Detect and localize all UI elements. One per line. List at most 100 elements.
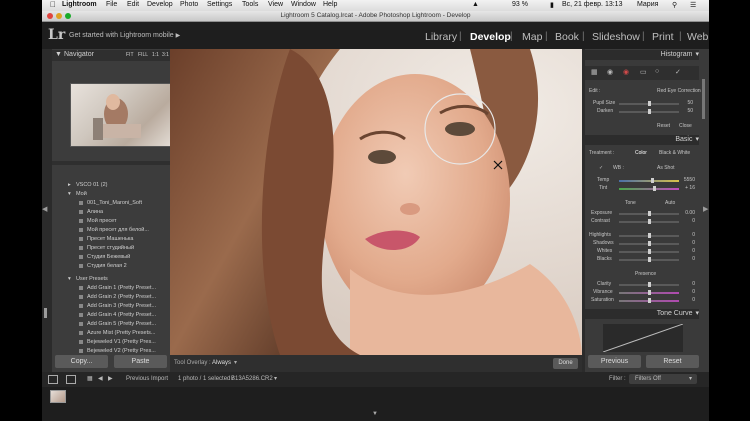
- filter-select[interactable]: Filters Off ▾: [629, 374, 697, 384]
- navigator-preview[interactable]: [70, 83, 173, 147]
- saturation-slider[interactable]: [619, 298, 679, 303]
- menu-settings[interactable]: Settings: [207, 1, 232, 8]
- user-name[interactable]: Мария: [637, 1, 658, 8]
- back-arrow-icon[interactable]: ◀: [98, 375, 103, 382]
- wb-select[interactable]: As Shot: [657, 165, 675, 171]
- tone-curve-graph[interactable]: [602, 323, 684, 353]
- vibrance-value[interactable]: 0: [677, 289, 695, 295]
- menu-window[interactable]: Window: [291, 1, 316, 8]
- battery-percent[interactable]: 93 %: [512, 1, 528, 8]
- radial-filter-icon[interactable]: ○: [655, 68, 659, 75]
- clock[interactable]: Вс, 21 февр. 13:13: [562, 1, 622, 8]
- basic-header[interactable]: Basic ▾: [585, 135, 699, 145]
- module-book[interactable]: Book: [555, 31, 579, 43]
- pupil-size-slider[interactable]: [619, 101, 679, 106]
- vibrance-knob[interactable]: [648, 290, 651, 295]
- treatment-color[interactable]: Color: [635, 150, 647, 156]
- grid-icon[interactable]: ▦: [87, 375, 93, 382]
- highlights-slider[interactable]: [619, 233, 679, 238]
- temp-slider[interactable]: [619, 178, 679, 183]
- filmstrip-thumbnail[interactable]: [50, 390, 66, 403]
- list-icon[interactable]: ☰: [690, 1, 696, 9]
- search-icon[interactable]: ⚲: [672, 1, 677, 9]
- exposure-knob[interactable]: [648, 211, 651, 216]
- previous-button[interactable]: Previous: [588, 355, 641, 368]
- right-panel-toggle-icon[interactable]: ▶: [703, 205, 708, 213]
- clarity-knob[interactable]: [648, 282, 651, 287]
- saturation-value[interactable]: 0: [677, 297, 695, 303]
- treatment-bw[interactable]: Black & White: [659, 150, 690, 156]
- tint-slider[interactable]: [619, 186, 679, 191]
- darken-value[interactable]: 50: [675, 108, 693, 114]
- module-develop[interactable]: Develop: [470, 31, 511, 43]
- auto-tone-button[interactable]: Auto: [665, 200, 675, 206]
- temp-value[interactable]: 5550: [677, 177, 695, 183]
- menu-app-name[interactable]: Lightroom: [62, 1, 97, 8]
- zoom-fill[interactable]: FILL: [138, 52, 148, 58]
- module-web[interactable]: Web: [687, 31, 708, 43]
- temp-knob[interactable]: [651, 178, 654, 183]
- contrast-knob[interactable]: [648, 219, 651, 224]
- left-panel-toggle-icon[interactable]: ◀: [42, 205, 47, 213]
- module-library[interactable]: Library: [425, 31, 457, 43]
- module-slideshow[interactable]: Slideshow: [592, 31, 640, 43]
- contrast-slider[interactable]: [619, 219, 679, 224]
- triangle-down-icon[interactable]: ▼: [372, 411, 378, 417]
- saturation-knob[interactable]: [648, 298, 651, 303]
- redeye-close-button[interactable]: Close: [679, 123, 692, 129]
- wifi-icon[interactable]: ▲: [472, 1, 479, 8]
- module-map[interactable]: Map: [522, 31, 542, 43]
- redeye-icon[interactable]: ◉: [623, 68, 629, 76]
- graduated-filter-icon[interactable]: ▭: [640, 68, 647, 76]
- main-window-icon[interactable]: [48, 375, 58, 384]
- shadows-value[interactable]: 0: [677, 240, 695, 246]
- adjustment-brush-icon[interactable]: ✓: [675, 68, 681, 76]
- blacks-knob[interactable]: [648, 257, 651, 262]
- clarity-slider[interactable]: [619, 282, 679, 287]
- menu-develop[interactable]: Develop: [147, 1, 173, 8]
- whites-knob[interactable]: [648, 249, 651, 254]
- tint-value[interactable]: + 16: [677, 185, 695, 191]
- blacks-slider[interactable]: [619, 257, 679, 262]
- tone-curve-header[interactable]: Tone Curve ▾: [585, 309, 699, 319]
- crop-icon[interactable]: ▦: [591, 68, 598, 76]
- tool-overlay-select[interactable]: Always: [212, 360, 231, 366]
- filename[interactable]: B13A5286.CR2: [231, 376, 273, 382]
- right-scrollbar[interactable]: [702, 79, 705, 119]
- vibrance-slider[interactable]: [619, 290, 679, 295]
- reset-button[interactable]: Reset: [646, 355, 699, 368]
- pupil-size-value[interactable]: 50: [675, 100, 693, 106]
- highlights-value[interactable]: 0: [677, 232, 695, 238]
- mobile-prompt[interactable]: Get started with Lightroom mobile ▶: [69, 32, 180, 39]
- previous-import[interactable]: Previous Import: [126, 376, 168, 382]
- menu-edit[interactable]: Edit: [127, 1, 139, 8]
- highlights-knob[interactable]: [648, 233, 651, 238]
- tint-knob[interactable]: [653, 186, 656, 191]
- paste-button[interactable]: Paste: [114, 355, 167, 368]
- blacks-value[interactable]: 0: [677, 256, 695, 262]
- darken-slider[interactable]: [619, 109, 679, 114]
- menu-file[interactable]: File: [106, 1, 117, 8]
- redeye-reset-button[interactable]: Reset: [657, 123, 670, 129]
- shadows-knob[interactable]: [648, 241, 651, 246]
- main-photo[interactable]: [170, 49, 582, 355]
- shadows-slider[interactable]: [619, 241, 679, 246]
- clarity-value[interactable]: 0: [677, 281, 695, 287]
- menu-help[interactable]: Help: [323, 1, 337, 8]
- exposure-slider[interactable]: [619, 211, 679, 216]
- whites-slider[interactable]: [619, 249, 679, 254]
- chevron-down-icon[interactable]: ▾: [274, 375, 277, 382]
- second-window-icon[interactable]: [66, 375, 76, 384]
- apple-icon[interactable]: : [50, 0, 56, 9]
- done-button[interactable]: Done: [553, 358, 578, 369]
- chevron-down-icon[interactable]: ▾: [234, 359, 237, 366]
- pupil-size-knob[interactable]: [648, 101, 651, 106]
- menu-photo[interactable]: Photo: [180, 1, 198, 8]
- menu-tools[interactable]: Tools: [242, 1, 258, 8]
- contrast-value[interactable]: 0: [677, 218, 695, 224]
- zoom-fit[interactable]: FIT: [126, 52, 134, 58]
- histogram-header[interactable]: Histogram ▾: [585, 50, 699, 60]
- eyedropper-icon[interactable]: ✓: [599, 165, 603, 171]
- menu-view[interactable]: View: [268, 1, 283, 8]
- darken-knob[interactable]: [648, 109, 651, 114]
